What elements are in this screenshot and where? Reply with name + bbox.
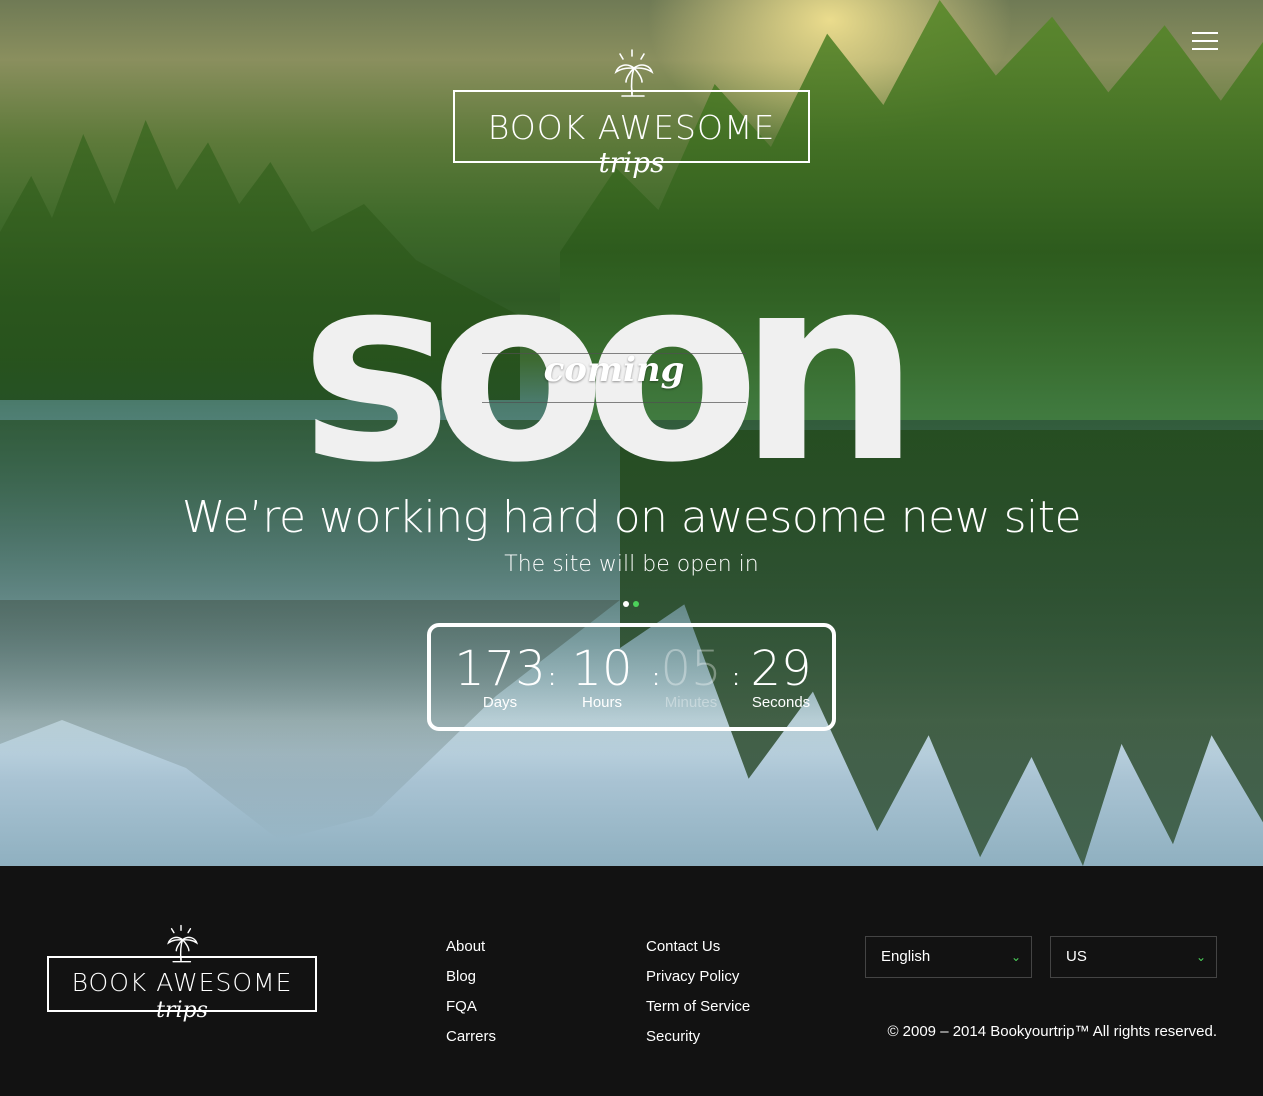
chevron-down-icon: ⌄	[1195, 950, 1206, 964]
footer-link-about[interactable]: About	[446, 932, 496, 962]
language-select[interactable]: English ⌄	[865, 936, 1032, 978]
footer-links-col1: About Blog FQA Carrers	[446, 932, 496, 1052]
countdown-seconds-label: Seconds	[751, 694, 811, 711]
coming-script-text: coming	[543, 350, 685, 390]
footer-logo[interactable]: BOOK AWESOME trips	[47, 924, 317, 1036]
language-select-value: English	[881, 948, 931, 965]
hero-headline: We’re working hard on awesome new site	[181, 492, 1082, 543]
country-select[interactable]: US ⌄	[1050, 936, 1217, 978]
countdown-seconds: 29 Seconds	[726, 645, 836, 711]
logo-brand-text: BOOK AWESOME	[71, 968, 293, 997]
hero-subline: The site will be open in	[504, 552, 759, 577]
countdown-days-label: Days	[482, 694, 518, 711]
footer-link-privacy[interactable]: Privacy Policy	[646, 962, 750, 992]
footer-link-carrers[interactable]: Carrers	[446, 1022, 496, 1052]
dot-1[interactable]	[623, 601, 629, 607]
footer-link-fqa[interactable]: FQA	[446, 992, 496, 1022]
countdown-seconds-value: 29	[750, 641, 812, 697]
dot-2[interactable]	[633, 601, 639, 607]
footer-links-col2: Contact Us Privacy Policy Term of Servic…	[646, 932, 750, 1052]
countdown-timer: 173 Days : 10 Hours : 05 Minutes : 29 Se…	[427, 623, 836, 731]
copyright-text: © 2009 – 2014 Bookyourtrip™ All rights r…	[887, 1023, 1217, 1040]
footer: BOOK AWESOME trips About Blog FQA Carrer…	[0, 866, 1263, 1096]
hero-section: BOOK AWESOME trips soon coming We’re wor…	[0, 0, 1263, 866]
hero-logo[interactable]: BOOK AWESOME trips	[453, 48, 810, 194]
countdown-days: 173 Days	[445, 645, 555, 711]
chevron-down-icon: ⌄	[1010, 950, 1021, 964]
country-select-value: US	[1066, 948, 1087, 965]
footer-link-contact[interactable]: Contact Us	[646, 932, 750, 962]
slider-dots[interactable]	[623, 601, 643, 609]
logo-tagline: trips	[156, 998, 208, 1023]
logo-tagline: trips	[598, 146, 665, 179]
footer-link-security[interactable]: Security	[646, 1022, 750, 1052]
footer-link-blog[interactable]: Blog	[446, 962, 496, 992]
footer-link-terms[interactable]: Term of Service	[646, 992, 750, 1022]
logo-brand-text: BOOK AWESOME	[487, 108, 776, 147]
hamburger-menu-icon[interactable]	[1192, 30, 1218, 52]
countdown-days-value: 173	[454, 641, 546, 697]
